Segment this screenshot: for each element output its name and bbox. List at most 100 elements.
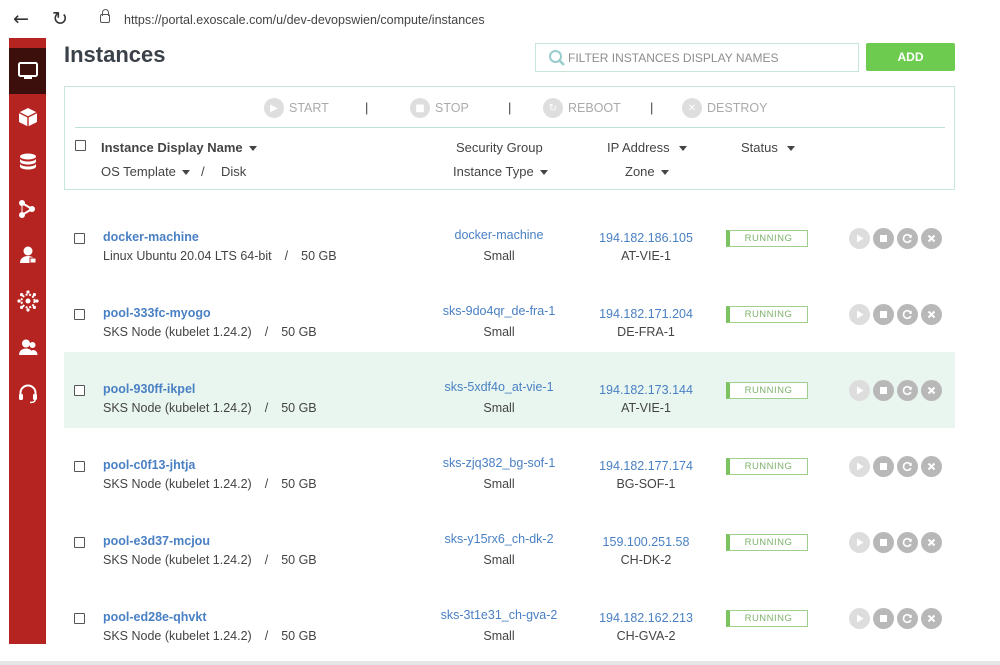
instance-name-link[interactable]: docker-machine [103, 230, 199, 244]
filter-field[interactable] [535, 43, 859, 72]
reload-icon[interactable]: ↻ [49, 8, 71, 30]
os-disk-separator: / [264, 629, 269, 643]
row-checkbox[interactable] [74, 233, 85, 244]
column-os-template[interactable]: OS Template [101, 164, 190, 179]
status-badge: RUNNING [726, 306, 808, 323]
instance-zone: DE-FRA-1 [617, 325, 675, 339]
table-row[interactable]: pool-333fc-myogo SKS Node (kubelet 1.24.2… [64, 276, 955, 352]
os-disk-separator: / [264, 401, 269, 415]
sidebar-item-network[interactable] [9, 186, 46, 232]
url-text[interactable]: https://portal.exoscale.com/u/dev-devops… [124, 13, 485, 27]
row-controls [849, 380, 945, 402]
column-separator: / [201, 164, 205, 179]
reboot-button[interactable]: ↻ REBOOT [543, 95, 621, 121]
security-group-link[interactable]: docker-machine [399, 228, 599, 242]
reboot-icon[interactable] [897, 228, 918, 249]
sidebar-item-iam[interactable] [9, 232, 46, 278]
bulk-action-bar: ▶ START | ■ STOP | ↻ REBOOT | ✕ DESTROY [65, 95, 954, 121]
column-zone[interactable]: Zone [625, 164, 669, 179]
destroy-button[interactable]: ✕ DESTROY [682, 95, 767, 121]
row-controls [849, 608, 945, 630]
select-all-checkbox[interactable] [75, 140, 86, 151]
stop-icon[interactable] [873, 532, 894, 553]
add-button[interactable]: ADD [866, 43, 955, 71]
table-row[interactable]: docker-machine Linux Ubuntu 20.04 LTS 64-… [64, 200, 955, 276]
play-icon[interactable] [849, 304, 870, 325]
monitor-icon [17, 62, 38, 79]
destroy-icon[interactable] [921, 608, 942, 629]
arrow-left-icon[interactable]: ← [10, 8, 32, 30]
stop-icon[interactable] [873, 456, 894, 477]
table-row[interactable]: pool-930ff-ikpel SKS Node (kubelet 1.24.2… [64, 352, 955, 428]
instance-type: Small [483, 249, 515, 263]
sidebar-item-templates[interactable] [9, 94, 46, 140]
stop-icon[interactable] [873, 304, 894, 325]
os-disk-separator: / [264, 325, 269, 339]
ip-address-link[interactable]: 194.182.171.204 [576, 307, 716, 321]
reboot-icon[interactable] [897, 608, 918, 629]
sidebar-item-team[interactable] [9, 324, 46, 370]
row-checkbox[interactable] [74, 309, 85, 320]
filter-input[interactable] [568, 48, 848, 68]
caret-down-icon [786, 145, 795, 151]
instance-name-link[interactable]: pool-ed28e-qhvkt [103, 610, 207, 624]
caret-down-icon [181, 169, 190, 175]
column-instance-name[interactable]: Instance Display Name [101, 140, 257, 155]
instance-os-disk: SKS Node (kubelet 1.24.2) / 50 GB [103, 553, 317, 567]
play-icon[interactable] [849, 380, 870, 401]
status-badge: RUNNING [726, 458, 808, 475]
stop-icon[interactable] [873, 608, 894, 629]
security-group-link[interactable]: sks-zjq382_bg-sof-1 [399, 456, 599, 470]
column-ip-address[interactable]: IP Address [607, 140, 687, 155]
start-button[interactable]: ▶ START [264, 95, 329, 121]
sidebar-item-support[interactable] [9, 370, 46, 416]
destroy-icon[interactable] [921, 304, 942, 325]
sidebar-item-sks[interactable] [9, 278, 46, 324]
reboot-icon[interactable] [897, 304, 918, 325]
sidebar-item-compute[interactable] [9, 48, 46, 94]
reboot-icon[interactable] [897, 380, 918, 401]
table-row[interactable]: pool-ed28e-qhvkt SKS Node (kubelet 1.24.2… [64, 580, 955, 656]
play-icon[interactable] [849, 608, 870, 629]
row-checkbox[interactable] [74, 537, 85, 548]
destroy-icon[interactable] [921, 456, 942, 477]
stop-button[interactable]: ■ STOP [410, 95, 469, 121]
row-checkbox[interactable] [74, 385, 85, 396]
column-status[interactable]: Status [741, 140, 795, 155]
destroy-icon[interactable] [921, 228, 942, 249]
destroy-icon[interactable] [921, 532, 942, 553]
row-checkbox[interactable] [74, 613, 85, 624]
security-group-link[interactable]: sks-y15rx6_ch-dk-2 [399, 532, 599, 546]
sidebar-item-storage[interactable] [9, 140, 46, 186]
instance-name-link[interactable]: pool-333fc-myogo [103, 306, 211, 320]
play-icon[interactable] [849, 456, 870, 477]
stop-icon[interactable] [873, 380, 894, 401]
stop-icon[interactable] [873, 228, 894, 249]
instance-name-link[interactable]: pool-e3d37-mcjou [103, 534, 210, 548]
table-row[interactable]: pool-c0f13-jhtja SKS Node (kubelet 1.24.2… [64, 428, 955, 504]
security-group-link[interactable]: sks-9do4qr_de-fra-1 [399, 304, 599, 318]
column-instance-type[interactable]: Instance Type [453, 164, 548, 179]
table-row[interactable]: pool-e3d37-mcjou SKS Node (kubelet 1.24.2… [64, 504, 955, 580]
security-group-link[interactable]: sks-5xdf4o_at-vie-1 [399, 380, 599, 394]
play-icon[interactable] [849, 532, 870, 553]
play-icon[interactable] [849, 228, 870, 249]
instance-name-link[interactable]: pool-c0f13-jhtja [103, 458, 195, 472]
instance-type: Small [483, 401, 515, 415]
ip-address-link[interactable]: 194.182.186.105 [576, 231, 716, 245]
ip-address-link[interactable]: 194.182.162.213 [576, 611, 716, 625]
status-badge: RUNNING [726, 610, 808, 627]
security-group-link[interactable]: sks-3t1e31_ch-gva-2 [399, 608, 599, 622]
ip-address-link[interactable]: 159.100.251.58 [576, 535, 716, 549]
ip-address-link[interactable]: 194.182.177.174 [576, 459, 716, 473]
reboot-icon[interactable] [897, 532, 918, 553]
status-badge: RUNNING [726, 230, 808, 247]
instance-type: Small [483, 629, 515, 643]
ip-address-link[interactable]: 194.182.173.144 [576, 383, 716, 397]
row-checkbox[interactable] [74, 461, 85, 472]
reboot-icon[interactable] [897, 456, 918, 477]
instance-os: SKS Node (kubelet 1.24.2) [103, 477, 252, 491]
instance-disk: 50 GB [301, 249, 337, 263]
destroy-icon[interactable] [921, 380, 942, 401]
instance-name-link[interactable]: pool-930ff-ikpel [103, 382, 195, 396]
